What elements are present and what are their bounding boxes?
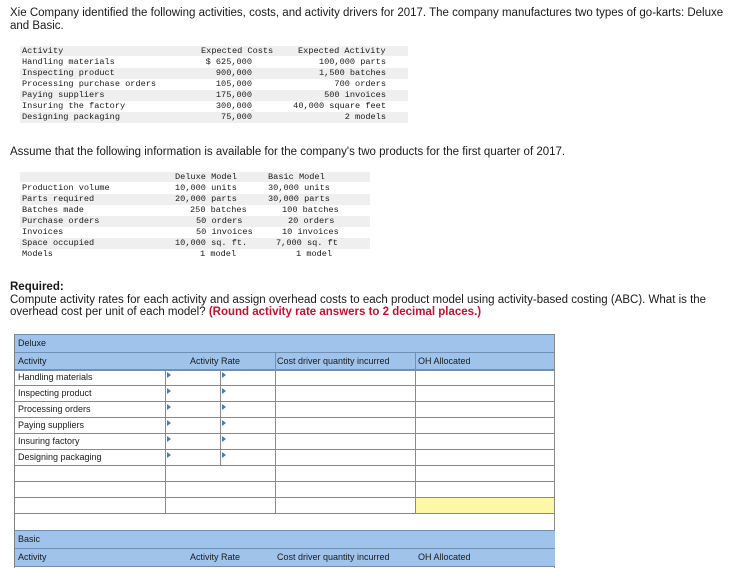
basic-col-activity-rate: Activity Rate (190, 552, 241, 562)
deluxe-value: 250 batches (190, 205, 247, 215)
deluxe-value: 20,000 parts (175, 194, 237, 204)
activity-name: Insuring the factory (22, 101, 126, 111)
table-row: Processing purchase orders 105,000 700 o… (20, 79, 408, 90)
dropdown-arrow-icon[interactable] (222, 452, 226, 458)
activity-driver: 500 invoices (324, 90, 386, 100)
deluxe-value: 50 invoices (196, 227, 253, 237)
dropdown-arrow-icon[interactable] (167, 404, 171, 410)
row-label: Handling materials (18, 372, 93, 382)
row-label: Designing packaging (18, 452, 102, 462)
table-row: Parts required 20,000 parts 30,000 parts (20, 194, 370, 205)
dropdown-arrow-icon[interactable] (167, 452, 171, 458)
table-row: Handling materials $ 625,000 100,000 par… (20, 57, 408, 68)
table-row: Insuring the factory 300,000 40,000 squa… (20, 101, 408, 112)
activity-cost-table: Activity Expected Costs Expected Activit… (20, 46, 408, 126)
activity-cost: 300,000 (215, 101, 252, 111)
table-row: Invoices 50 invoices 10 invoices (20, 227, 370, 238)
basic-col-oh-allocated: OH Allocated (418, 552, 471, 562)
activity-cost: 105,000 (215, 79, 252, 89)
deluxe-section-label: Deluxe (18, 338, 47, 348)
dropdown-arrow-icon[interactable] (222, 388, 226, 394)
header-activity: Activity (22, 46, 64, 56)
activity-driver: 40,000 square feet (293, 101, 386, 111)
basic-col-activity: Activity (18, 552, 47, 562)
required-title: Required: (10, 281, 64, 293)
header-deluxe-model: Deluxe Model (175, 172, 237, 182)
basic-value: 100 batches (282, 205, 339, 215)
table-row: Purchase orders 50 orders 20 orders (20, 216, 370, 227)
oh-allocated-input[interactable] (416, 370, 553, 384)
dropdown-arrow-icon[interactable] (167, 388, 171, 394)
product-row-label: Parts required (22, 194, 95, 204)
header-basic-model: Basic Model (268, 172, 325, 182)
basic-column-header-row: Activity Activity Rate Cost driver quant… (15, 548, 555, 567)
dropdown-arrow-icon[interactable] (167, 420, 171, 426)
product-row-label: Batches made (22, 205, 84, 215)
col-activity: Activity (18, 356, 47, 366)
cost-driver-qty-input[interactable] (276, 370, 414, 384)
basic-value: 10 invoices (282, 227, 339, 237)
dropdown-arrow-icon[interactable] (222, 404, 226, 410)
col-cost-driver-qty: Cost driver quantity incurred (277, 356, 390, 366)
product-row-label: Invoices (22, 227, 64, 237)
basic-section-label: Basic (18, 534, 41, 544)
activity-driver: 1,500 batches (318, 68, 386, 78)
dropdown-arrow-icon[interactable] (167, 372, 171, 378)
row-label: Paying suppliers (18, 420, 85, 430)
table-row: Models 1 model 1 model (20, 249, 370, 260)
deluxe-section-header: Deluxe (15, 334, 555, 353)
header-expected-costs: Expected Costs (201, 46, 274, 56)
basic-value: 30,000 parts (268, 194, 330, 204)
activity-cost: $ 625,000 (205, 57, 252, 67)
deluxe-value: 1 model (200, 249, 237, 259)
answer-grid: Deluxe Activity Activity Rate Cost drive… (14, 334, 555, 568)
basic-value: 1 model (296, 249, 333, 259)
basic-value: 30,000 units (268, 183, 330, 193)
col-activity-rate: Activity Rate (190, 356, 241, 366)
deluxe-value: 10,000 units (175, 183, 237, 193)
activity-name: Handling materials (22, 57, 115, 67)
activity-driver: 700 orders (334, 79, 386, 89)
activity-name: Designing packaging (22, 112, 120, 122)
product-row-label: Purchase orders (22, 216, 100, 226)
dropdown-arrow-icon[interactable] (167, 436, 171, 442)
table-row: Paying suppliers 175,000 500 invoices (20, 90, 408, 101)
product-info-table: Deluxe Model Basic Model Production volu… (20, 172, 370, 262)
activity-name: Processing purchase orders (22, 79, 157, 89)
oh-total-cell[interactable] (416, 498, 554, 513)
table-row: Designing packaging 75,000 2 models (20, 112, 408, 123)
row-label: Inspecting product (18, 388, 92, 398)
deluxe-value: 10,000 sq. ft. (175, 238, 248, 248)
basic-section-header: Basic (15, 530, 555, 549)
product-row-label: Models (22, 249, 53, 259)
dropdown-arrow-icon[interactable] (222, 372, 226, 378)
required-section: Required: Compute activity rates for eac… (10, 281, 750, 319)
table-row: Inspecting product 900,000 1,500 batches (20, 68, 408, 79)
table-row: Production volume 10,000 units 30,000 un… (20, 183, 370, 194)
product-row-label: Production volume (22, 183, 110, 193)
dropdown-arrow-icon[interactable] (222, 436, 226, 442)
row-label: Insuring factory (18, 436, 80, 446)
basic-col-cost-driver-qty: Cost driver quantity incurred (277, 552, 390, 562)
activity-name: Paying suppliers (22, 90, 105, 100)
assume-text: Assume that the following information is… (10, 146, 566, 158)
rounding-note: (Round activity rate answers to 2 decima… (208, 306, 482, 318)
col-oh-allocated: OH Allocated (418, 356, 471, 366)
table-row: Space occupied 10,000 sq. ft. 7,000 sq. … (20, 238, 370, 249)
intro-text: Xie Company identified the following act… (10, 7, 724, 32)
product-row-label: Space occupied (22, 238, 95, 248)
activity-name: Inspecting product (22, 68, 115, 78)
deluxe-value: 50 orders (196, 216, 243, 226)
activity-driver: 2 models (344, 112, 386, 122)
activity-driver: 100,000 parts (318, 57, 386, 67)
basic-value: 7,000 sq. ft (276, 238, 338, 248)
activity-cost: 75,000 (221, 112, 252, 122)
dropdown-arrow-icon[interactable] (222, 420, 226, 426)
activity-cost: 175,000 (215, 90, 252, 100)
basic-value: 20 orders (288, 216, 335, 226)
activity-cost: 900,000 (215, 68, 252, 78)
header-expected-activity: Expected Activity (298, 46, 386, 56)
row-label: Processing orders (18, 404, 91, 414)
table-row: Batches made 250 batches 100 batches (20, 205, 370, 216)
